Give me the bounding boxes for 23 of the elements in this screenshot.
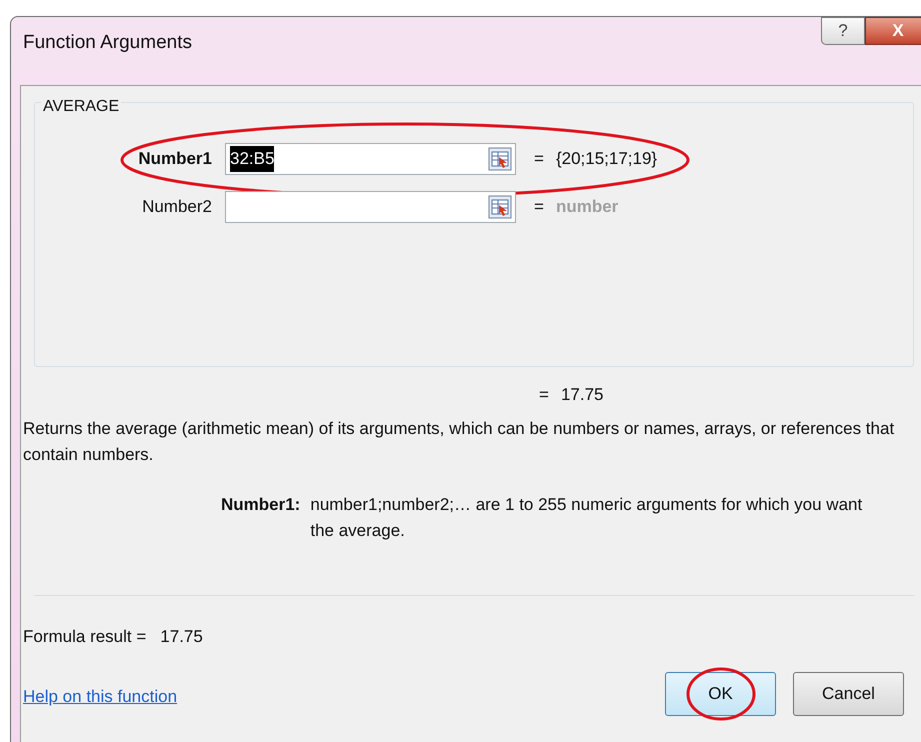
argument-input[interactable]: 32:B5 [225,143,516,175]
argument-result: {20;15;17;19} [556,148,658,170]
window-title: Function Arguments [23,31,192,55]
equals-sign: = [534,148,544,170]
dialog-button[interactable]: Cancel [793,672,904,716]
argument-label: Number1 [137,148,212,170]
formula-result-label: Formula result = [23,626,146,648]
argument-input[interactable] [225,191,516,223]
formula-result-value: 17.75 [160,626,203,648]
collapse-dialog-icon[interactable] [488,195,512,219]
input-value: 32:B5 [230,146,274,172]
dialog-button[interactable]: OK [665,672,776,716]
equals-sign: = [539,384,549,406]
function-result: 17.75 [560,384,604,406]
argument-label: Number2 [141,196,212,218]
help-button[interactable]: ? [821,17,865,45]
function-description: Returns the average (arithmetic mean) of its arguments, which can be numbers or names, arrays, or references that contain numbers. [23,418,896,466]
argument-result: number [556,196,618,218]
argument-help-label: Number1: [221,494,300,516]
argument-help-text: number1;number2;… are 1 to 255 numeric arguments for which you want the average. [310,494,864,542]
help-link[interactable]: Help on this function [23,684,178,710]
collapse-dialog-icon[interactable] [488,147,512,171]
equals-sign: = [534,196,544,218]
